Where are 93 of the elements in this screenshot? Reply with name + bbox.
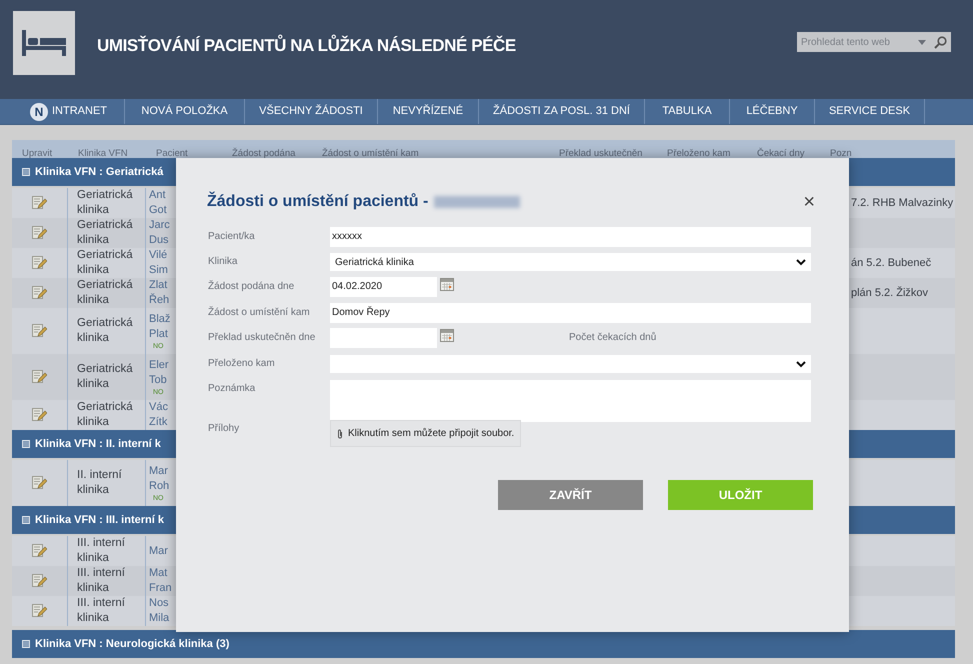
search-input[interactable]: Prohledat tento web [801, 34, 918, 50]
search-icon[interactable] [934, 36, 947, 48]
text-field[interactable]: Domov Řepy [330, 303, 811, 323]
edit-icon[interactable] [32, 370, 47, 384]
group-row[interactable]: Klinika VFN : Neurologická klinika (3) [12, 630, 955, 660]
bed-icon [22, 30, 66, 56]
group-title: Klinika VFN : II. interní k [35, 436, 161, 452]
nav-tab[interactable]: TABULKA [645, 99, 730, 124]
field-label: Přílohy [208, 422, 240, 436]
select-field[interactable]: Geriatrická klinika [330, 253, 811, 271]
nav-tab[interactable]: ŽÁDOSTI ZA POSL. 31 DNÍ [479, 99, 645, 124]
field-label: Překlad uskutečněn dne [208, 331, 316, 345]
close-button[interactable]: × [803, 192, 815, 212]
table-cell-text: III. interní klinika [77, 566, 126, 596]
edit-icon[interactable] [32, 256, 47, 270]
chevron-down-icon [796, 258, 806, 266]
table-cell-text: Geriatrická klinika [77, 316, 134, 346]
table-cell-text: Mar [149, 544, 169, 558]
list-icon [22, 168, 30, 176]
table-cell-text: án 5.2. Bubeneč [851, 256, 932, 271]
intranet-logo-icon: N [30, 102, 48, 120]
select-field[interactable] [330, 355, 811, 373]
column-header[interactable]: Překlad uskutečněn [559, 148, 642, 159]
table-cell-text: Geriatrická klinika [77, 362, 134, 392]
list-icon [22, 516, 30, 524]
table-cell-text: III. interní klinika [77, 536, 126, 566]
nav-tab[interactable]: NOVÁ POLOŽKA [125, 99, 245, 124]
dropdown-caret-icon[interactable] [918, 40, 926, 44]
nav-tab[interactable]: N INTRANET [13, 99, 125, 124]
edit-icon[interactable] [32, 408, 47, 422]
edit-icon[interactable] [32, 604, 47, 618]
text-field[interactable]: xxxxxx [330, 227, 811, 247]
paperclip-icon [337, 428, 343, 438]
group-title: Klinika VFN : Geriatrická [35, 164, 164, 180]
column-header[interactable]: Klinika VFN [78, 148, 128, 159]
table-cell-text: Geriatrická klinika [77, 248, 134, 278]
table-cell-text: Nos Mila [149, 596, 170, 626]
table-cell-text: Mar Roh [149, 464, 170, 494]
group-title: Klinika VFN : III. interní k [35, 512, 164, 528]
table-cell-text: plán 5.2. Žižkov [851, 285, 928, 301]
note-field[interactable] [330, 380, 811, 422]
table-cell-text: Jarc Dus [149, 218, 171, 248]
nav-tab[interactable]: SERVICE DESK [815, 99, 925, 124]
table-cell-text: Geriatrická klinika [77, 400, 134, 430]
column-header[interactable]: Žádost podána [232, 148, 296, 159]
edit-icon[interactable] [32, 544, 47, 558]
column-header[interactable]: Pacient [156, 148, 188, 159]
table-cell-text: Vác Zítk [149, 400, 169, 430]
field-label: Žádost podána dne [208, 279, 296, 294]
field-label: Poznámka [208, 382, 256, 396]
table-cell-text: Mat Fran [149, 566, 173, 596]
field-label: Klinika [208, 255, 238, 269]
table-cell-text: Zlat Řeh [149, 278, 170, 308]
column-header[interactable]: Pozn [830, 148, 852, 159]
nav-tab[interactable]: VŠECHNY ŽÁDOSTI [245, 99, 378, 124]
table-cell-text: Geriatrická klinika [77, 188, 134, 218]
column-header[interactable]: Žádost o umístění kam [322, 148, 419, 159]
table-cell-text: 7.2. RHB Malvazinky [851, 196, 954, 211]
field-label: Žádost o umístění kam [208, 305, 311, 320]
search-field[interactable]: Prohledat tento web [797, 32, 951, 52]
group-title: Klinika VFN : Neurologická klinika (3) [35, 636, 230, 652]
table-cell-text: Eler Tob [149, 358, 170, 388]
edit-icon[interactable] [32, 286, 47, 300]
calendar-icon[interactable] [440, 329, 454, 342]
column-header[interactable]: Upravit [22, 148, 52, 159]
field-label: Pacient/ka [208, 230, 256, 244]
attach-file-button[interactable]: Kliknutím sem můžete připojit soubor. [330, 420, 522, 447]
dialog-title: Žádosti o umístění pacientů - [207, 190, 428, 212]
list-icon [22, 440, 30, 448]
calendar-icon[interactable] [440, 278, 454, 291]
nav-tab[interactable]: NEVYŘÍZENÉ [378, 99, 479, 124]
table-cell-text: II. interní klinika [77, 468, 123, 498]
edit-icon[interactable] [32, 196, 47, 210]
table-cell-text: III. interní klinika [77, 596, 126, 626]
chevron-down-icon [796, 360, 806, 368]
field-label: Počet čekacích dnů [569, 331, 656, 345]
list-icon [22, 640, 30, 648]
close-dialog-button[interactable]: ZAVŘÍT [498, 480, 643, 510]
table-cell-text: Geriatrická klinika [77, 278, 134, 308]
nav-tab[interactable]: LÉČEBNY [730, 99, 815, 124]
edit-icon[interactable] [32, 324, 47, 338]
table-cell-text: Vilé Sim [149, 248, 169, 278]
date-field[interactable]: 04.02.2020 [330, 277, 437, 297]
edit-icon[interactable] [32, 574, 47, 588]
edit-icon[interactable] [32, 226, 47, 240]
column-header[interactable]: Čekací dny [757, 148, 805, 159]
field-label: Přeloženo kam [208, 357, 276, 371]
column-header[interactable]: Přeloženo kam [667, 148, 730, 159]
table-cell-text: Ant Got [149, 188, 168, 218]
table-cell-text: Blaž Plat [149, 312, 172, 342]
edit-icon[interactable] [32, 476, 47, 490]
site-title: UMISŤOVÁNÍ PACIENTŮ NA LŮŽKA NÁSLEDNÉ PÉČE [97, 34, 516, 57]
table-cell-text: Geriatrická klinika [77, 218, 134, 248]
